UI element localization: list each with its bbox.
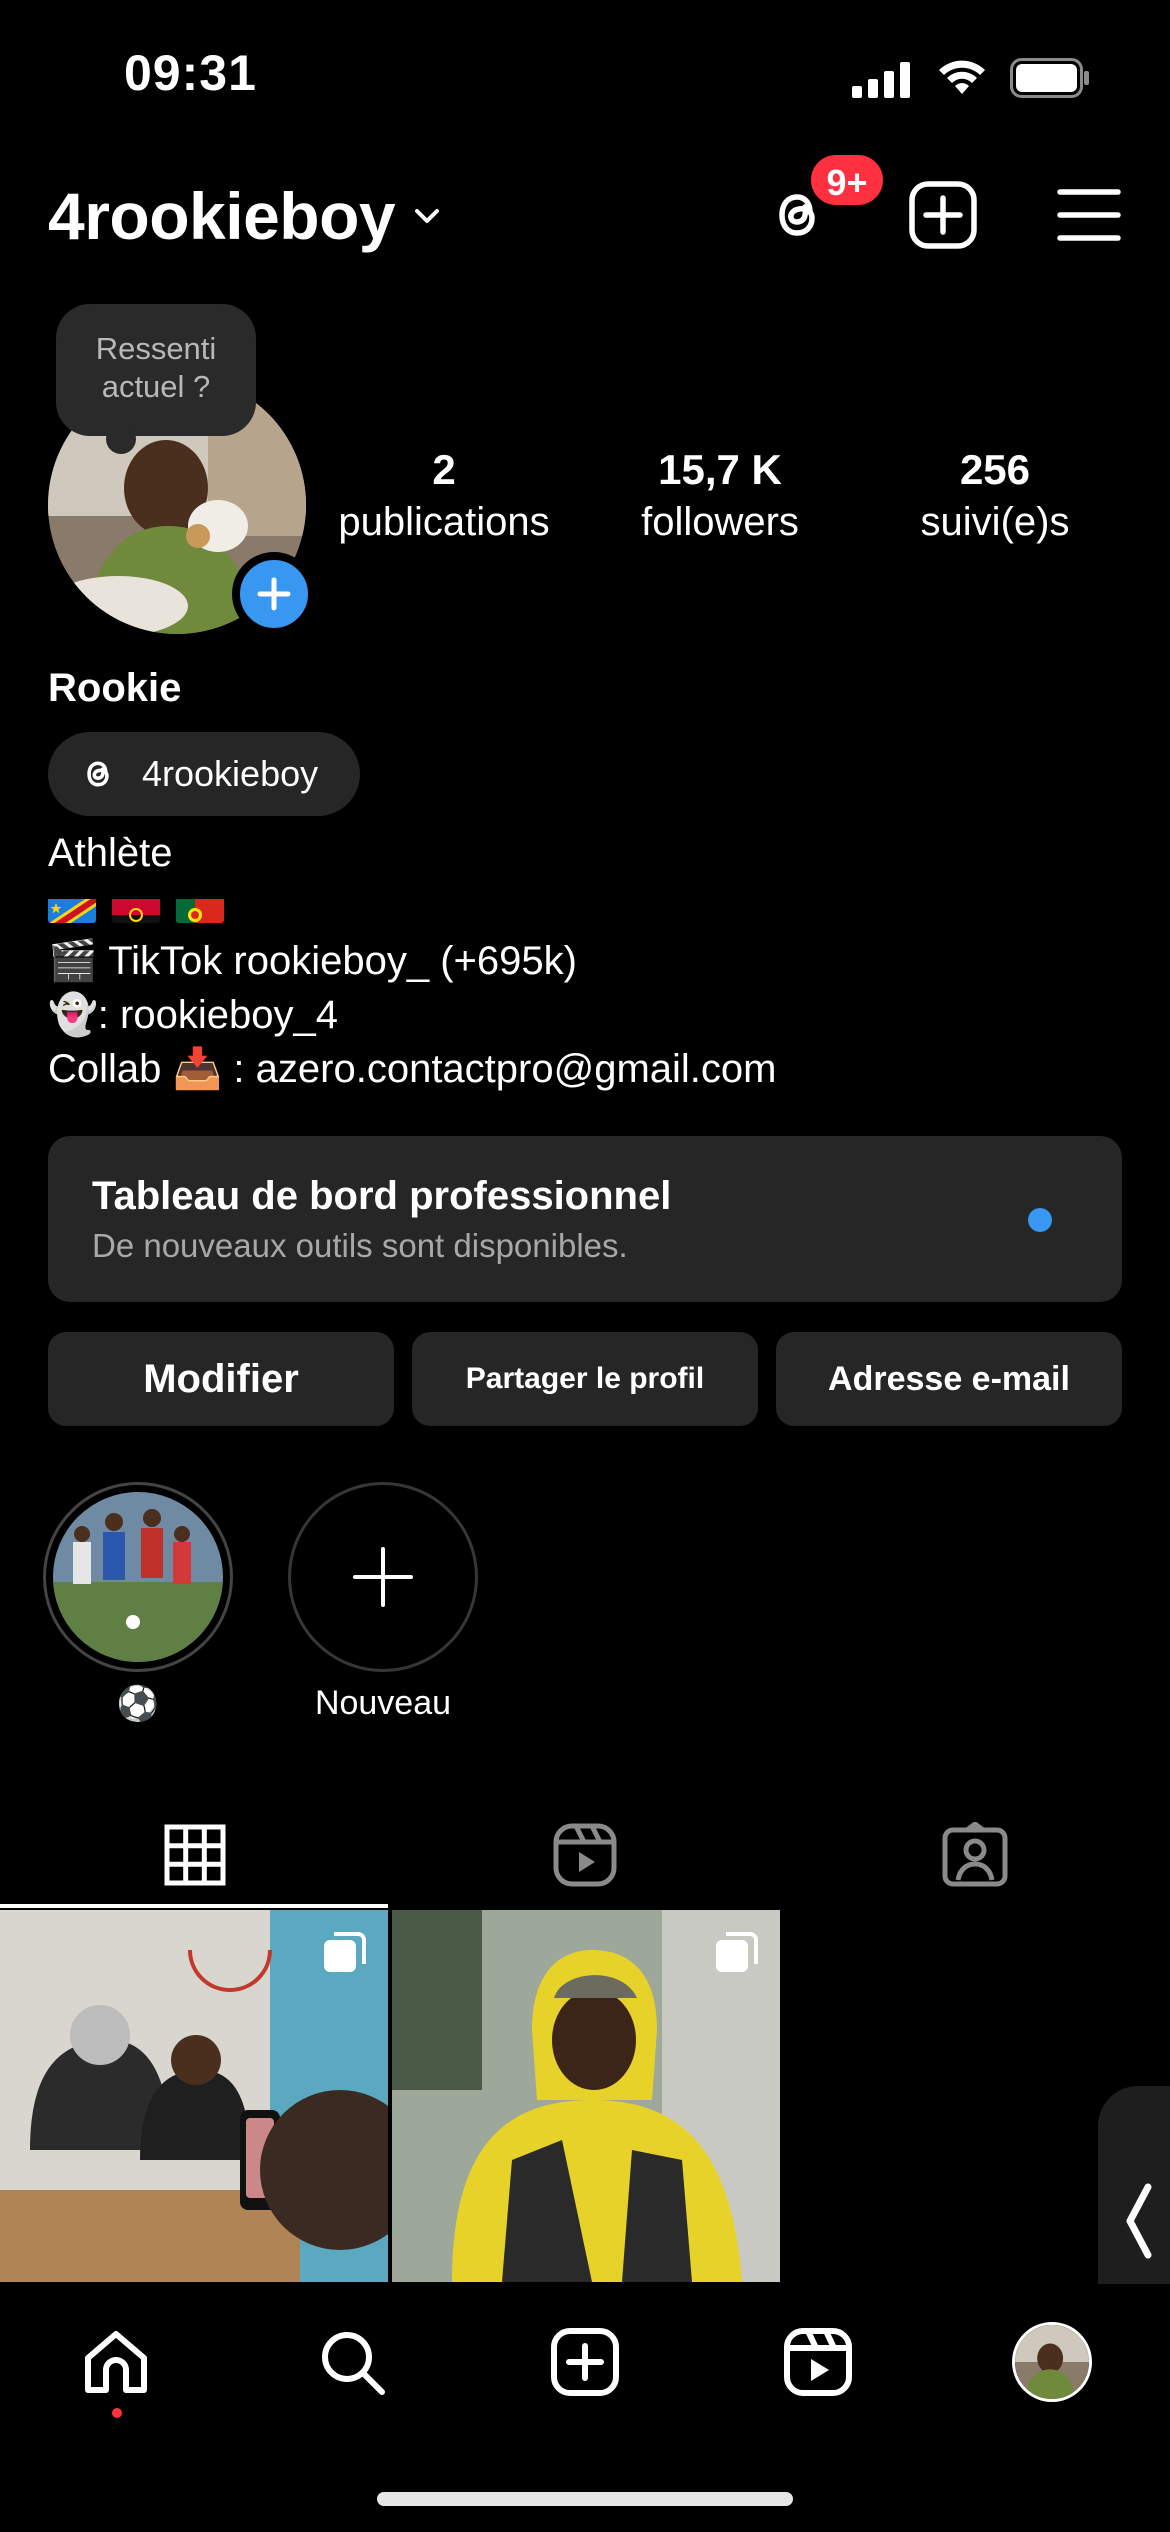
stat-label: suivi(e)s	[920, 500, 1070, 544]
stat-value: 15,7 K	[658, 446, 782, 493]
nav-home[interactable]	[76, 2322, 156, 2402]
display-name: Rookie	[48, 666, 182, 710]
home-indicator	[377, 2492, 793, 2506]
post-thumbnail[interactable]	[392, 1910, 780, 2282]
dashboard-title: Tableau de bord professionnel	[92, 1174, 672, 1218]
create-icon	[551, 2328, 619, 2396]
flag-portugal-icon	[176, 891, 224, 923]
grid-icon	[164, 1824, 226, 1886]
professional-dashboard-card[interactable]: Tableau de bord professionnel De nouveau…	[48, 1136, 1122, 1302]
stat-label: publications	[338, 500, 550, 544]
nav-create[interactable]	[545, 2322, 625, 2402]
username: 4rookieboy	[48, 179, 396, 253]
carousel-icon	[324, 1932, 366, 1972]
unread-dot	[1028, 1208, 1052, 1232]
status-time: 09:31	[124, 45, 257, 101]
bio: Athlète 🎬 TikTok rookieboy_ (+695k) 👻: r…	[48, 826, 776, 1096]
highlight-cover	[43, 1482, 233, 1672]
add-story-button[interactable]	[232, 552, 316, 636]
dashboard-subtitle: De nouveaux outils sont disponibles.	[92, 1227, 628, 1264]
active-tab-indicator	[0, 1904, 388, 1908]
activity-dot	[112, 2408, 122, 2418]
battery-icon	[1010, 58, 1089, 98]
new-highlight-circle	[288, 1482, 478, 1672]
stat-value: 2	[432, 446, 456, 493]
bio-tiktok: 🎬 TikTok rookieboy_ (+695k)	[48, 939, 577, 983]
stat-value: 256	[959, 446, 1031, 493]
tab-reels[interactable]	[390, 1800, 780, 1910]
plus-icon	[257, 577, 291, 611]
add-post-icon[interactable]	[906, 178, 980, 252]
highlight-photo	[53, 1492, 223, 1662]
menu-icon[interactable]	[1052, 178, 1126, 252]
edit-profile-button[interactable]: Modifier	[48, 1332, 394, 1426]
stat-following[interactable]: 256 suivi(e)s	[880, 446, 1110, 545]
tab-posts-grid[interactable]	[0, 1800, 390, 1910]
wifi-icon	[939, 60, 985, 94]
flag-angola-icon	[112, 891, 160, 923]
bio-collab-email[interactable]: Collab 📥 : azero.contactpro@gmail.com	[48, 1042, 776, 1096]
username-switcher[interactable]: 4rookieboy	[48, 178, 445, 254]
bio-category: Athlète	[48, 831, 173, 875]
profile-avatar-icon	[1015, 2325, 1089, 2399]
home-icon	[85, 2331, 147, 2393]
nav-search[interactable]	[312, 2322, 392, 2402]
chevron-down-icon	[415, 209, 440, 223]
highlight-label: ⚽	[116, 1685, 160, 1723]
share-profile-button[interactable]: Partager le profil	[412, 1332, 758, 1426]
bio-flags	[48, 880, 776, 934]
highlight-label: Nouveau	[314, 1684, 452, 1722]
notification-badge: 9+	[808, 152, 886, 208]
note-bubble[interactable]: Ressenti actuel ?	[56, 304, 256, 454]
bio-snapchat: 👻: rookieboy_4	[48, 993, 338, 1037]
stat-followers[interactable]: 15,7 K followers	[600, 446, 840, 545]
post-thumbnail[interactable]	[0, 1910, 388, 2282]
flag-drc-icon	[48, 891, 96, 923]
reels-icon	[784, 2328, 852, 2396]
stat-label: followers	[641, 500, 799, 544]
tab-tagged[interactable]	[780, 1800, 1170, 1910]
stat-publications[interactable]: 2 publications	[324, 446, 564, 545]
threads-handle: 4rookieboy	[142, 753, 319, 794]
reels-icon	[553, 1823, 617, 1887]
plus-icon	[353, 1547, 413, 1607]
cellular-signal-icon	[852, 62, 910, 98]
email-button[interactable]: Adresse e-mail	[776, 1332, 1122, 1426]
highlight-football[interactable]: ⚽	[43, 1482, 233, 1724]
search-icon	[322, 2332, 385, 2395]
new-highlight-button[interactable]: Nouveau	[288, 1482, 478, 1723]
carousel-icon	[716, 1932, 758, 1972]
nav-profile-avatar[interactable]	[1012, 2322, 1092, 2402]
threads-profile-link[interactable]: 4rookieboy	[48, 732, 360, 816]
nav-reels[interactable]	[778, 2322, 858, 2402]
tagged-icon	[942, 1822, 1008, 1887]
status-bar: 09:31	[0, 0, 1170, 150]
profile-tabs	[0, 1800, 1170, 1910]
chevron-left-icon	[1126, 2183, 1152, 2259]
threads-icon	[87, 761, 109, 787]
